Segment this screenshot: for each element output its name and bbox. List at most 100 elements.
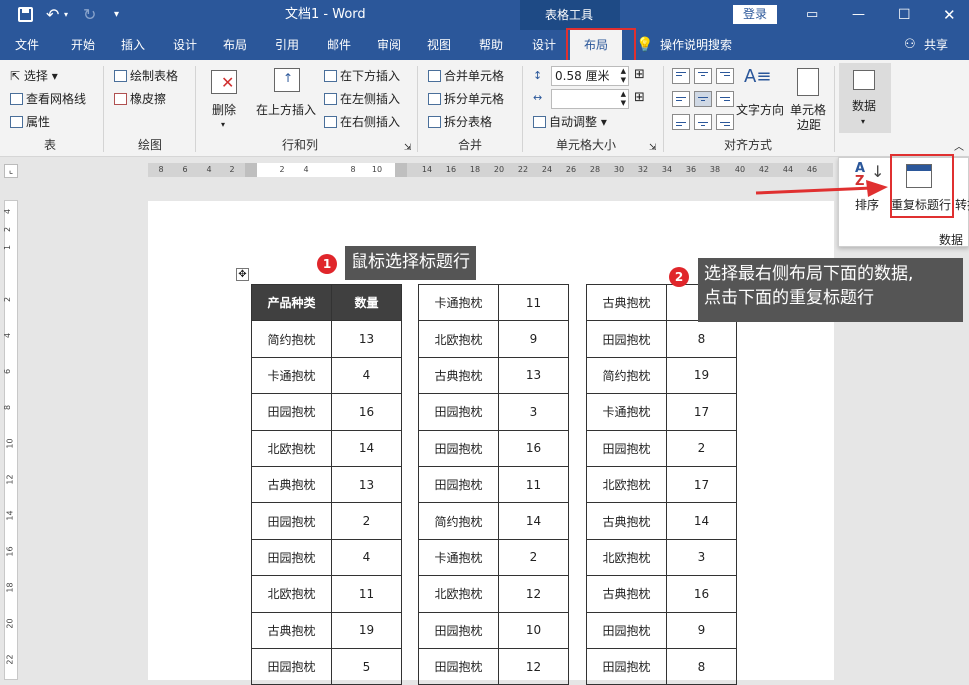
- cell-quantity[interactable]: 13: [331, 465, 402, 504]
- tab-table-design[interactable]: 设计: [525, 30, 563, 60]
- delete-button[interactable]: 删除: [212, 102, 236, 118]
- spinner-icon[interactable]: ▲ ▼: [621, 90, 626, 108]
- align-bottom-center-icon[interactable]: [694, 114, 712, 130]
- tab-selector-icon[interactable]: ⌞: [4, 164, 18, 178]
- cell-quantity[interactable]: 13: [498, 356, 569, 395]
- share-button[interactable]: 共享: [924, 30, 948, 60]
- align-top-right-icon[interactable]: [716, 68, 734, 84]
- cell-quantity[interactable]: 16: [666, 575, 737, 613]
- row-height-input[interactable]: 0.58 厘米 ▲ ▼: [551, 66, 629, 86]
- cell-product[interactable]: 田园抱枕: [586, 647, 667, 685]
- column-width-input[interactable]: ▲ ▼: [551, 89, 629, 109]
- cell-product[interactable]: 北欧抱枕: [418, 320, 499, 358]
- collapse-ribbon-icon[interactable]: ︿: [954, 140, 964, 156]
- cell-quantity[interactable]: 4: [331, 538, 402, 577]
- tab-view[interactable]: 视图: [420, 30, 458, 60]
- align-top-left-icon[interactable]: [672, 68, 690, 84]
- data-button-label[interactable]: 数据: [852, 98, 876, 114]
- distribute-rows-icon[interactable]: ⊞: [634, 67, 645, 83]
- merge-cells-button[interactable]: 合并单元格: [428, 68, 504, 84]
- cell-quantity[interactable]: 11: [331, 575, 402, 613]
- table-row[interactable]: 田园抱枕 8: [586, 320, 737, 358]
- align-middle-left-icon[interactable]: [672, 91, 690, 107]
- table-row[interactable]: 田园抱枕 3: [418, 393, 569, 431]
- cell-margins-button-line2[interactable]: 边距: [797, 117, 821, 133]
- table-row[interactable]: 田园抱枕 2: [251, 502, 402, 540]
- table-row[interactable]: 北欧抱枕 3: [586, 538, 737, 577]
- table-row[interactable]: 古典抱枕 16: [586, 575, 737, 613]
- redo-icon[interactable]: ↻: [83, 0, 96, 30]
- tab-references[interactable]: 引用: [268, 30, 306, 60]
- draw-table-button[interactable]: 绘制表格: [114, 68, 178, 84]
- cell-product[interactable]: 古典抱枕: [586, 283, 667, 322]
- header-quantity[interactable]: 数量: [331, 283, 402, 322]
- cell-quantity[interactable]: 11: [498, 465, 569, 504]
- data-table-column-2[interactable]: 卡通抱枕 11 北欧抱枕 9 古典抱枕 13 田园抱枕 3 田园抱枕 16 田园抱枕 11 简约抱枕 14…: [418, 283, 569, 685]
- cell-product[interactable]: 古典抱枕: [251, 465, 332, 504]
- insert-right-button[interactable]: 在右侧插入: [324, 114, 400, 130]
- cell-product[interactable]: 卡通抱枕: [418, 283, 499, 322]
- cell-product[interactable]: 简约抱枕: [586, 356, 667, 395]
- table-row[interactable]: 简约抱枕 13: [251, 320, 402, 358]
- cell-product[interactable]: 简约抱枕: [418, 502, 499, 540]
- table-row[interactable]: 北欧抱枕 17: [586, 465, 737, 504]
- align-bottom-left-icon[interactable]: [672, 114, 690, 130]
- table-row[interactable]: 田园抱枕 4: [251, 538, 402, 577]
- cell-product[interactable]: 卡通抱枕: [586, 393, 667, 431]
- data-dropdown-icon[interactable]: ▾: [861, 114, 865, 130]
- tab-review[interactable]: 审阅: [370, 30, 408, 60]
- table-row[interactable]: 北欧抱枕 12: [418, 575, 569, 613]
- table-row[interactable]: 古典抱枕 19: [251, 611, 402, 649]
- autofit-button[interactable]: 自动调整 ▾: [533, 114, 607, 130]
- cell-product[interactable]: 田园抱枕: [418, 393, 499, 431]
- cell-product[interactable]: 田园抱枕: [586, 320, 667, 358]
- cell-product[interactable]: 北欧抱枕: [251, 429, 332, 467]
- cell-quantity[interactable]: 14: [498, 502, 569, 540]
- cell-margins-button-line1[interactable]: 单元格: [790, 102, 826, 118]
- tab-help[interactable]: 帮助: [472, 30, 510, 60]
- convert-button[interactable]: 转换: [955, 196, 969, 213]
- cell-product[interactable]: 古典抱枕: [251, 611, 332, 649]
- minimize-icon[interactable]: —: [852, 0, 865, 30]
- cell-product[interactable]: 北欧抱枕: [586, 465, 667, 504]
- cell-quantity[interactable]: 19: [331, 611, 402, 649]
- table-row[interactable]: 北欧抱枕 14: [251, 429, 402, 467]
- cell-quantity[interactable]: 19: [666, 356, 737, 395]
- cell-quantity[interactable]: 4: [331, 356, 402, 395]
- cell-quantity[interactable]: 9: [498, 320, 569, 358]
- cell-product[interactable]: 北欧抱枕: [586, 538, 667, 577]
- rows-columns-dialog-launcher-icon[interactable]: ⇲: [404, 140, 412, 156]
- cell-quantity[interactable]: 12: [498, 647, 569, 685]
- customize-quick-access-icon[interactable]: ▾: [114, 0, 119, 30]
- table-row[interactable]: 田园抱枕 12: [418, 647, 569, 685]
- text-direction-icon[interactable]: A≡: [744, 66, 771, 88]
- table-row[interactable]: 田园抱枕 9: [586, 611, 737, 649]
- insert-below-button[interactable]: 在下方插入: [324, 68, 400, 84]
- distribute-columns-icon[interactable]: ⊞: [634, 90, 645, 106]
- table-row[interactable]: 田园抱枕 16: [251, 393, 402, 431]
- cell-quantity[interactable]: 11: [498, 283, 569, 322]
- table-row[interactable]: 北欧抱枕 11: [251, 575, 402, 613]
- cell-quantity[interactable]: 17: [666, 393, 737, 431]
- cell-product[interactable]: 北欧抱枕: [418, 575, 499, 613]
- cell-quantity[interactable]: 10: [498, 611, 569, 649]
- cell-size-dialog-launcher-icon[interactable]: ⇲: [649, 140, 657, 156]
- cell-product[interactable]: 卡通抱枕: [418, 538, 499, 577]
- spinner-icon[interactable]: ▲ ▼: [621, 67, 626, 85]
- cell-product[interactable]: 田园抱枕: [418, 429, 499, 467]
- cell-product[interactable]: 卡通抱枕: [251, 356, 332, 395]
- delete-table-icon[interactable]: ✕: [211, 70, 237, 94]
- cell-quantity[interactable]: 14: [666, 502, 737, 540]
- cell-quantity[interactable]: 16: [498, 429, 569, 467]
- table-row[interactable]: 古典抱枕 13: [251, 465, 402, 504]
- tab-design[interactable]: 设计: [166, 30, 204, 60]
- data-table-column-3[interactable]: 古典抱枕5田园抱枕8简约抱枕19卡通抱枕17田园抱枕2北欧抱枕17古典抱枕14北…: [586, 283, 737, 685]
- cell-quantity[interactable]: 16: [331, 393, 402, 431]
- login-button[interactable]: 登录: [733, 5, 777, 24]
- cell-product[interactable]: 田园抱枕: [418, 465, 499, 504]
- table-row[interactable]: 田园抱枕 5: [251, 647, 402, 685]
- table-row[interactable]: 田园抱枕 10: [418, 611, 569, 649]
- table-row[interactable]: 田园抱枕 8: [586, 647, 737, 685]
- header-product-type[interactable]: 产品种类: [251, 283, 332, 322]
- properties-button[interactable]: 属性: [10, 114, 50, 130]
